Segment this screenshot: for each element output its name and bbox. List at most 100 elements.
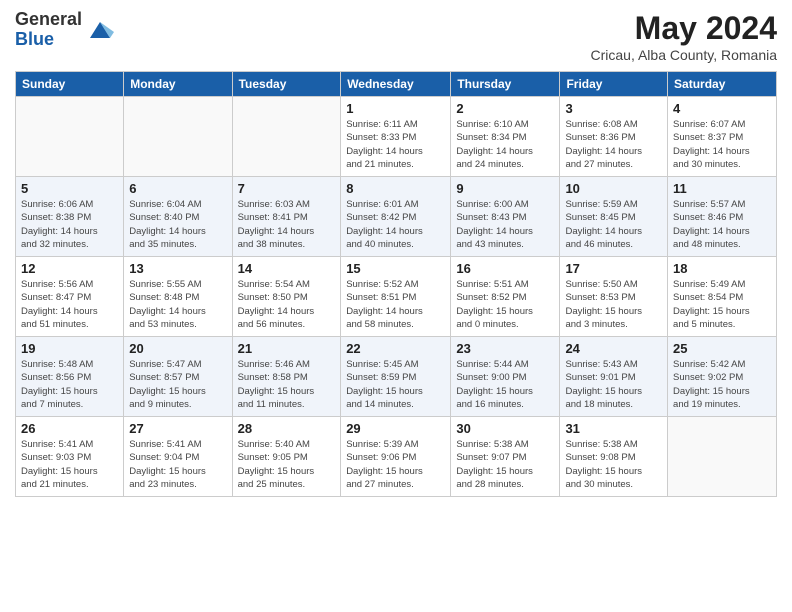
header-sunday: Sunday bbox=[16, 72, 124, 97]
header-monday: Monday bbox=[124, 72, 232, 97]
table-row: 4 Sunrise: 6:07 AMSunset: 8:37 PMDaylight… bbox=[668, 97, 777, 177]
day-info: Sunrise: 5:45 AMSunset: 8:59 PMDaylight:… bbox=[346, 358, 445, 411]
day-info: Sunrise: 5:46 AMSunset: 8:58 PMDaylight:… bbox=[238, 358, 336, 411]
table-row: 23 Sunrise: 5:44 AMSunset: 9:00 PMDayligh… bbox=[451, 337, 560, 417]
day-info: Sunrise: 5:43 AMSunset: 9:01 PMDaylight:… bbox=[565, 358, 662, 411]
table-row: 7Sunrise: 6:03 AMSunset: 8:41 PMDaylight… bbox=[232, 177, 341, 257]
table-row: 17Sunrise: 5:50 AMSunset: 8:53 PMDayligh… bbox=[560, 257, 668, 337]
title-section: May 2024 Cricau, Alba County, Romania bbox=[591, 10, 778, 63]
table-row: 9Sunrise: 6:00 AMSunset: 8:43 PMDaylight… bbox=[451, 177, 560, 257]
day-number: 6 bbox=[129, 181, 226, 196]
table-row: 25 Sunrise: 5:42 AMSunset: 9:02 PMDayligh… bbox=[668, 337, 777, 417]
calendar-week-row: 12 Sunrise: 5:56 AMSunset: 8:47 PMDayligh… bbox=[16, 257, 777, 337]
day-number: 27 bbox=[129, 421, 226, 436]
calendar-week-row: 1 Sunrise: 6:11 AMSunset: 8:33 PMDaylight… bbox=[16, 97, 777, 177]
logo-general: General bbox=[15, 10, 82, 30]
day-info: Sunrise: 6:07 AMSunset: 8:37 PMDaylight:… bbox=[673, 118, 771, 171]
day-number: 26 bbox=[21, 421, 118, 436]
day-info: Sunrise: 5:52 AMSunset: 8:51 PMDaylight:… bbox=[346, 278, 445, 331]
day-info: Sunrise: 5:38 AMSunset: 9:07 PMDaylight:… bbox=[456, 438, 554, 491]
calendar-table: Sunday Monday Tuesday Wednesday Thursday… bbox=[15, 71, 777, 497]
table-row: 3 Sunrise: 6:08 AMSunset: 8:36 PMDaylight… bbox=[560, 97, 668, 177]
day-number: 3 bbox=[565, 101, 662, 116]
logo: General Blue bbox=[15, 10, 114, 50]
location: Cricau, Alba County, Romania bbox=[591, 47, 778, 63]
day-number: 12 bbox=[21, 261, 118, 276]
day-number: 2 bbox=[456, 101, 554, 116]
table-row: 2 Sunrise: 6:10 AMSunset: 8:34 PMDaylight… bbox=[451, 97, 560, 177]
table-row: 30Sunrise: 5:38 AMSunset: 9:07 PMDayligh… bbox=[451, 417, 560, 497]
day-info: Sunrise: 6:06 AMSunset: 8:38 PMDaylight:… bbox=[21, 198, 118, 251]
day-info: Sunrise: 5:40 AMSunset: 9:05 PMDaylight:… bbox=[238, 438, 336, 491]
day-info: Sunrise: 5:49 AMSunset: 8:54 PMDaylight:… bbox=[673, 278, 771, 331]
table-row: 8 Sunrise: 6:01 AMSunset: 8:42 PMDaylight… bbox=[341, 177, 451, 257]
day-number: 15 bbox=[346, 261, 445, 276]
table-row: 12 Sunrise: 5:56 AMSunset: 8:47 PMDayligh… bbox=[16, 257, 124, 337]
day-info: Sunrise: 6:08 AMSunset: 8:36 PMDaylight:… bbox=[565, 118, 662, 171]
day-number: 10 bbox=[565, 181, 662, 196]
day-info: Sunrise: 5:44 AMSunset: 9:00 PMDaylight:… bbox=[456, 358, 554, 411]
day-number: 14 bbox=[238, 261, 336, 276]
calendar-week-row: 19Sunrise: 5:48 AMSunset: 8:56 PMDayligh… bbox=[16, 337, 777, 417]
table-row: 11 Sunrise: 5:57 AMSunset: 8:46 PMDayligh… bbox=[668, 177, 777, 257]
header-thursday: Thursday bbox=[451, 72, 560, 97]
day-number: 19 bbox=[21, 341, 118, 356]
day-number: 1 bbox=[346, 101, 445, 116]
table-row: 1 Sunrise: 6:11 AMSunset: 8:33 PMDaylight… bbox=[341, 97, 451, 177]
header-wednesday: Wednesday bbox=[341, 72, 451, 97]
day-number: 23 bbox=[456, 341, 554, 356]
day-info: Sunrise: 5:55 AMSunset: 8:48 PMDaylight:… bbox=[129, 278, 226, 331]
day-info: Sunrise: 6:04 AMSunset: 8:40 PMDaylight:… bbox=[129, 198, 226, 251]
page-container: General Blue May 2024 Cricau, Alba Count… bbox=[0, 0, 792, 507]
day-info: Sunrise: 6:00 AMSunset: 8:43 PMDaylight:… bbox=[456, 198, 554, 251]
logo-blue: Blue bbox=[15, 30, 82, 50]
table-row: 26 Sunrise: 5:41 AMSunset: 9:03 PMDayligh… bbox=[16, 417, 124, 497]
table-row: 24Sunrise: 5:43 AMSunset: 9:01 PMDayligh… bbox=[560, 337, 668, 417]
table-row bbox=[16, 97, 124, 177]
day-info: Sunrise: 5:42 AMSunset: 9:02 PMDaylight:… bbox=[673, 358, 771, 411]
table-row: 15 Sunrise: 5:52 AMSunset: 8:51 PMDayligh… bbox=[341, 257, 451, 337]
day-info: Sunrise: 5:56 AMSunset: 8:47 PMDaylight:… bbox=[21, 278, 118, 331]
header-saturday: Saturday bbox=[668, 72, 777, 97]
table-row: 14 Sunrise: 5:54 AMSunset: 8:50 PMDayligh… bbox=[232, 257, 341, 337]
day-info: Sunrise: 6:10 AMSunset: 8:34 PMDaylight:… bbox=[456, 118, 554, 171]
day-number: 31 bbox=[565, 421, 662, 436]
day-info: Sunrise: 5:57 AMSunset: 8:46 PMDaylight:… bbox=[673, 198, 771, 251]
table-row: 22 Sunrise: 5:45 AMSunset: 8:59 PMDayligh… bbox=[341, 337, 451, 417]
table-row: 20 Sunrise: 5:47 AMSunset: 8:57 PMDayligh… bbox=[124, 337, 232, 417]
day-number: 8 bbox=[346, 181, 445, 196]
day-info: Sunrise: 5:47 AMSunset: 8:57 PMDaylight:… bbox=[129, 358, 226, 411]
day-info: Sunrise: 6:01 AMSunset: 8:42 PMDaylight:… bbox=[346, 198, 445, 251]
table-row: 6 Sunrise: 6:04 AMSunset: 8:40 PMDaylight… bbox=[124, 177, 232, 257]
table-row: 31Sunrise: 5:38 AMSunset: 9:08 PMDayligh… bbox=[560, 417, 668, 497]
calendar-week-row: 26 Sunrise: 5:41 AMSunset: 9:03 PMDayligh… bbox=[16, 417, 777, 497]
day-number: 25 bbox=[673, 341, 771, 356]
day-number: 4 bbox=[673, 101, 771, 116]
table-row: 13Sunrise: 5:55 AMSunset: 8:48 PMDayligh… bbox=[124, 257, 232, 337]
day-info: Sunrise: 5:41 AMSunset: 9:03 PMDaylight:… bbox=[21, 438, 118, 491]
day-number: 28 bbox=[238, 421, 336, 436]
day-number: 16 bbox=[456, 261, 554, 276]
table-row: 21Sunrise: 5:46 AMSunset: 8:58 PMDayligh… bbox=[232, 337, 341, 417]
table-row: 16 Sunrise: 5:51 AMSunset: 8:52 PMDayligh… bbox=[451, 257, 560, 337]
header-tuesday: Tuesday bbox=[232, 72, 341, 97]
table-row: 5 Sunrise: 6:06 AMSunset: 8:38 PMDaylight… bbox=[16, 177, 124, 257]
day-info: Sunrise: 5:54 AMSunset: 8:50 PMDaylight:… bbox=[238, 278, 336, 331]
day-number: 11 bbox=[673, 181, 771, 196]
day-number: 22 bbox=[346, 341, 445, 356]
table-row: 19Sunrise: 5:48 AMSunset: 8:56 PMDayligh… bbox=[16, 337, 124, 417]
day-info: Sunrise: 5:50 AMSunset: 8:53 PMDaylight:… bbox=[565, 278, 662, 331]
day-number: 5 bbox=[21, 181, 118, 196]
day-number: 20 bbox=[129, 341, 226, 356]
day-info: Sunrise: 5:59 AMSunset: 8:45 PMDaylight:… bbox=[565, 198, 662, 251]
day-info: Sunrise: 5:51 AMSunset: 8:52 PMDaylight:… bbox=[456, 278, 554, 331]
day-number: 7 bbox=[238, 181, 336, 196]
day-info: Sunrise: 6:11 AMSunset: 8:33 PMDaylight:… bbox=[346, 118, 445, 171]
table-row bbox=[668, 417, 777, 497]
table-row: 10 Sunrise: 5:59 AMSunset: 8:45 PMDayligh… bbox=[560, 177, 668, 257]
table-row: 18 Sunrise: 5:49 AMSunset: 8:54 PMDayligh… bbox=[668, 257, 777, 337]
day-info: Sunrise: 5:39 AMSunset: 9:06 PMDaylight:… bbox=[346, 438, 445, 491]
day-number: 18 bbox=[673, 261, 771, 276]
day-info: Sunrise: 5:41 AMSunset: 9:04 PMDaylight:… bbox=[129, 438, 226, 491]
table-row bbox=[232, 97, 341, 177]
